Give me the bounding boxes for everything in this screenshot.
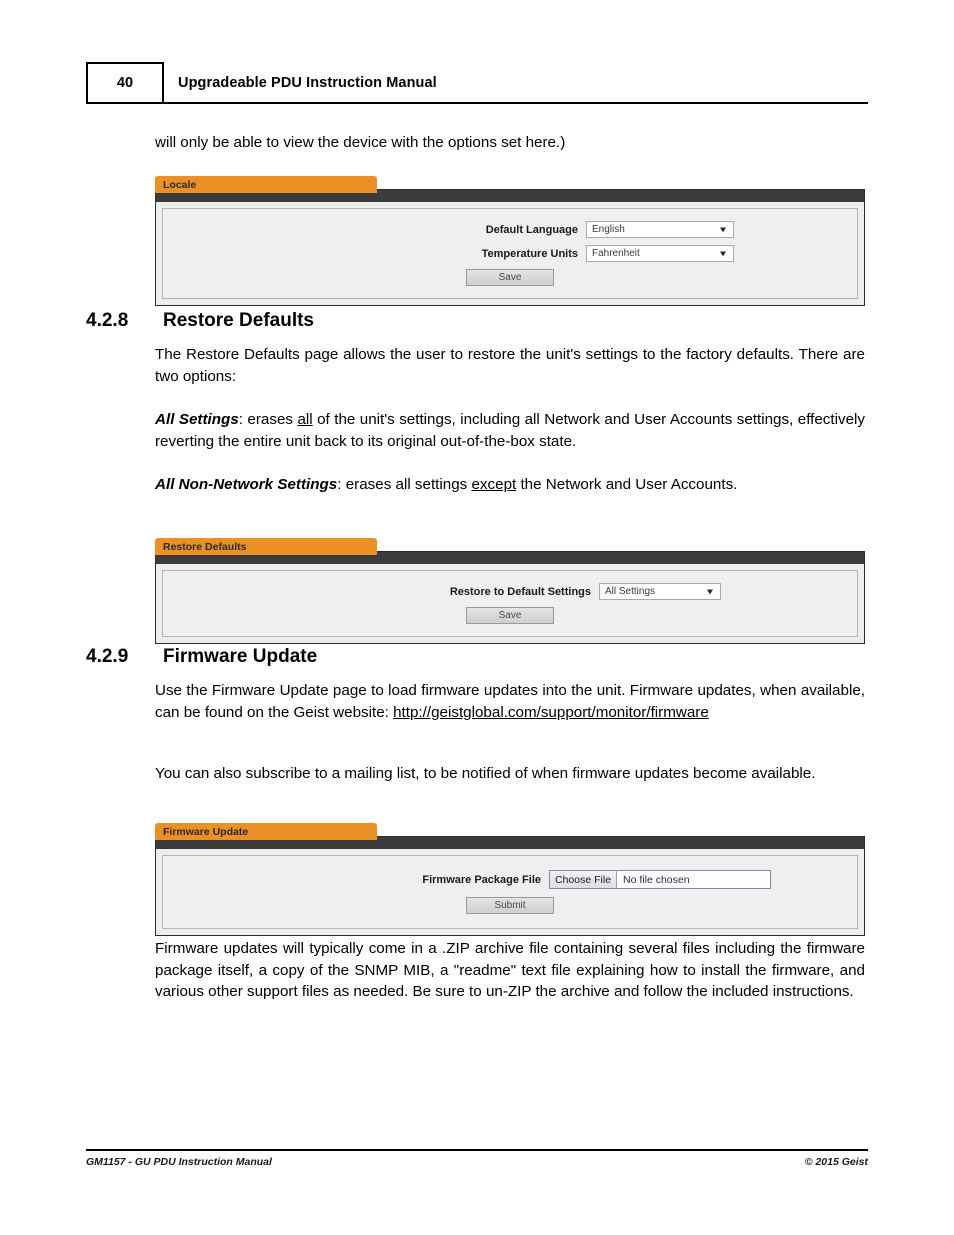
chevron-down-icon (707, 589, 713, 594)
locale-panel-inner: Default Language English Temperature Uni… (162, 208, 858, 299)
firmware-package-file-label: Firmware Package File (422, 873, 541, 886)
all-non-network-block: All Non-Network Settings: erases all set… (155, 474, 865, 496)
chevron-down-icon (720, 227, 726, 232)
page-title: Upgradeable PDU Instruction Manual (178, 75, 437, 91)
restore-defaults-panel: Restore Defaults Restore to Default Sett… (155, 538, 865, 644)
restore-defaults-panel-body: Restore to Default Settings All Settings… (155, 564, 865, 644)
page-number: 40 (86, 62, 164, 104)
all-settings-underlined: all (297, 411, 313, 428)
firmware-update-panel-inner: Firmware Package File Choose File No fil… (162, 855, 858, 929)
all-non-network-underlined: except (471, 476, 517, 493)
temperature-units-label: Temperature Units (481, 247, 578, 260)
default-language-label: Default Language (485, 223, 578, 236)
choose-file-button[interactable]: Choose File (550, 871, 618, 888)
restore-save-row: Save (173, 607, 847, 624)
firmware-paragraph-3-block: Firmware updates will typically come in … (155, 938, 865, 1003)
firmware-submit-row: Submit (173, 897, 847, 914)
locale-panel-body: Default Language English Temperature Uni… (155, 202, 865, 306)
restore-to-default-control: All Settings (599, 583, 721, 600)
all-non-network-before: : erases all settings (337, 476, 472, 493)
firmware-paragraph-3: Firmware updates will typically come in … (155, 940, 865, 1000)
temperature-units-row: Temperature Units Fahrenheit (173, 245, 847, 262)
restore-to-default-row: Restore to Default Settings All Settings (173, 583, 847, 600)
section-restore-title: Restore Defaults (163, 310, 314, 331)
temperature-units-value: Fahrenheit (592, 248, 640, 259)
restore-defaults-panel-inner: Restore to Default Settings All Settings… (162, 570, 858, 637)
document-page: 40 Upgradeable PDU Instruction Manual wi… (0, 0, 954, 1235)
firmware-update-panel: Firmware Update Firmware Package File Ch… (155, 823, 865, 936)
firmware-update-panel-body: Firmware Package File Choose File No fil… (155, 849, 865, 936)
temperature-units-select[interactable]: Fahrenheit (586, 245, 734, 262)
intro-paragraph-block: will only be able to view the device wit… (155, 132, 865, 154)
all-settings-paragraph: All Settings: erases all of the unit's s… (155, 409, 865, 452)
restore-to-default-value: All Settings (605, 586, 656, 597)
all-settings-before: : erases (238, 411, 298, 428)
chosen-file-name: No file chosen (623, 873, 690, 886)
default-language-value: English (592, 224, 625, 235)
footer-left-text: GM1157 - GU PDU Instruction Manual (86, 1156, 272, 1168)
all-non-network-after: the Network and User Accounts. (516, 476, 738, 493)
firmware-paragraph-1: Use the Firmware Update page to load fir… (155, 680, 865, 723)
locale-save-button[interactable]: Save (466, 269, 554, 286)
header-rule (128, 102, 868, 104)
page-header: 40 Upgradeable PDU Instruction Manual (86, 62, 868, 104)
intro-paragraph: will only be able to view the device wit… (155, 134, 566, 151)
default-language-select[interactable]: English (586, 221, 734, 238)
firmware-download-link[interactable]: http://geistglobal.com/support/monitor/f… (393, 704, 709, 721)
firmware-submit-button[interactable]: Submit (466, 897, 554, 914)
chevron-down-icon (720, 251, 726, 256)
restore-paragraph-1-block: The Restore Defaults page allows the use… (155, 344, 865, 387)
footer-right-text: © 2015 Geist (804, 1156, 868, 1168)
firmware-update-panel-tab: Firmware Update (155, 823, 377, 840)
section-firmware-number: 4.2.9 (86, 646, 129, 667)
locale-panel: Locale Default Language English Temperat… (155, 176, 865, 306)
restore-to-default-label: Restore to Default Settings (449, 585, 591, 598)
section-restore-number: 4.2.8 (86, 310, 129, 331)
firmware-package-file-row: Firmware Package File Choose File No fil… (173, 870, 847, 889)
restore-defaults-panel-tab: Restore Defaults (155, 538, 377, 555)
default-language-control: English (586, 221, 734, 238)
restore-save-button[interactable]: Save (466, 607, 554, 624)
all-non-network-term: All Non-Network Settings (155, 476, 338, 493)
default-language-row: Default Language English (173, 221, 847, 238)
temperature-units-control: Fahrenheit (586, 245, 734, 262)
firmware-paragraph-1-block: Use the Firmware Update page to load fir… (155, 680, 865, 723)
firmware-package-file-control: Choose File No file chosen (549, 870, 771, 889)
footer-rule (86, 1149, 868, 1151)
firmware-paragraph-2: You can also subscribe to a mailing list… (155, 765, 816, 782)
section-firmware-title: Firmware Update (163, 646, 318, 667)
all-non-network-paragraph: All Non-Network Settings: erases all set… (155, 474, 865, 496)
firmware-paragraph-2-block: You can also subscribe to a mailing list… (155, 763, 865, 785)
all-settings-block: All Settings: erases all of the unit's s… (155, 409, 865, 452)
restore-paragraph-1: The Restore Defaults page allows the use… (155, 346, 865, 385)
all-settings-term: All Settings (155, 411, 239, 428)
locale-save-row: Save (173, 269, 847, 286)
locale-panel-tab: Locale (155, 176, 377, 193)
firmware-file-input[interactable]: Choose File No file chosen (549, 870, 771, 889)
restore-to-default-select[interactable]: All Settings (599, 583, 721, 600)
